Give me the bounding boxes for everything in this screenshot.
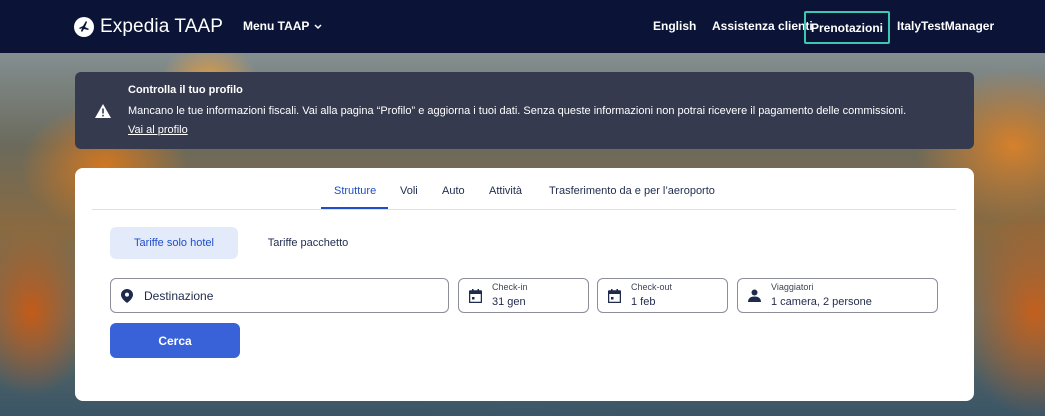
travelers-value: 1 camera, 2 persone (771, 296, 872, 308)
language-link[interactable]: English (653, 19, 696, 33)
calendar-icon (468, 289, 483, 308)
destination-placeholder: Destinazione (144, 289, 214, 303)
subtab-hotel-only[interactable]: Tariffe solo hotel (110, 227, 238, 259)
alert-title: Controlla il tuo profilo (128, 84, 243, 96)
tab-structures[interactable]: Strutture (334, 185, 376, 197)
tab-airport-transfer[interactable]: Trasferimento da e per l’aeroporto (549, 185, 715, 197)
checkin-value: 31 gen (492, 296, 526, 308)
logo-text: Expedia TAAP (100, 16, 224, 37)
airplane-icon (74, 17, 94, 37)
travelers-field[interactable]: Viaggiatori 1 camera, 2 persone (737, 278, 938, 313)
checkout-value: 1 feb (631, 296, 656, 308)
search-card: Strutture Voli Auto Attività Trasferimen… (75, 168, 974, 401)
destination-field[interactable]: Destinazione (110, 278, 449, 313)
tab-flights[interactable]: Voli (400, 185, 418, 197)
search-tabs: Strutture Voli Auto Attività Trasferimen… (92, 168, 956, 210)
checkout-label: Check-out (631, 282, 673, 292)
calendar-icon (607, 289, 622, 308)
person-icon (748, 289, 761, 307)
tab-cars[interactable]: Auto (442, 185, 465, 197)
user-account-link[interactable]: ItalyTestManager (897, 19, 994, 33)
expedia-taap-logo[interactable]: Expedia TAAP (74, 16, 223, 38)
travelers-label: Viaggiatori (771, 282, 814, 292)
tab-activities[interactable]: Attività (489, 185, 522, 197)
menu-taap-dropdown[interactable]: Menu TAAP (243, 19, 322, 33)
checkout-field[interactable]: Check-out 1 feb (597, 278, 728, 313)
checkin-field[interactable]: Check-in 31 gen (458, 278, 589, 313)
alert-message: Mancano le tue informazioni fiscali. Vai… (128, 105, 907, 117)
active-tab-indicator (321, 207, 388, 209)
subtab-package[interactable]: Tariffe pacchetto (253, 227, 363, 259)
support-link[interactable]: Assistenza clienti (712, 19, 813, 33)
go-to-profile-link[interactable]: Vai al profilo (128, 124, 188, 136)
location-pin-icon (121, 289, 133, 308)
checkin-label: Check-in (492, 282, 528, 292)
top-header: Expedia TAAP Menu TAAP English Assistenz… (0, 0, 1045, 53)
bookings-link[interactable]: Prenotazioni (804, 11, 890, 44)
profile-alert-banner: Controlla il tuo profilo Mancano le tue … (75, 72, 974, 149)
menu-taap-label: Menu TAAP (243, 19, 310, 33)
search-button[interactable]: Cerca (110, 323, 240, 358)
warning-icon (95, 104, 111, 123)
chevron-down-icon (314, 19, 322, 33)
